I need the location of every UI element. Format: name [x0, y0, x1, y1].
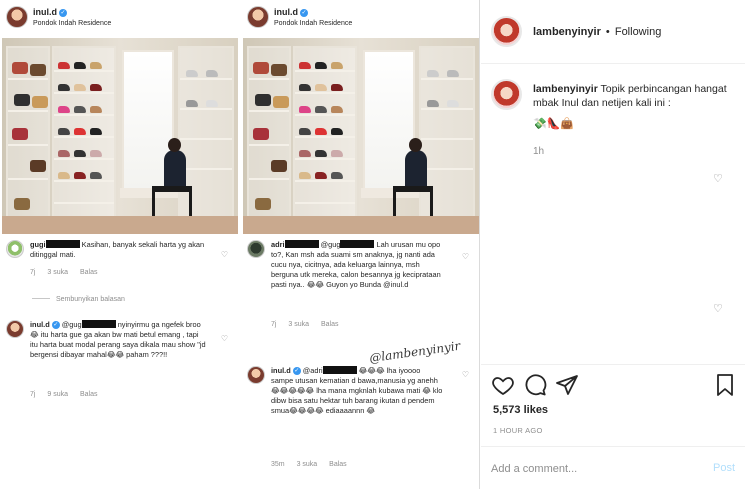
verified-badge-icon: ✓: [51, 321, 60, 329]
comment-time: 7j: [30, 391, 36, 398]
embedded-post-header: inul.d ✓ Pondok Indah Residence: [243, 0, 479, 36]
post-comment-button[interactable]: Post: [713, 462, 735, 474]
redaction-bar: [284, 240, 319, 248]
heart-icon[interactable]: ♡: [713, 302, 723, 315]
reply-link[interactable]: Balas: [321, 321, 339, 328]
bookmark-icon[interactable]: [713, 373, 737, 397]
redaction-bar: [45, 240, 80, 248]
avatar: [6, 6, 28, 28]
comment-mention: @adri: [302, 366, 323, 375]
share-icon[interactable]: [555, 373, 579, 397]
closet-photo: [243, 38, 479, 234]
embedded-username: inul.d: [33, 7, 57, 17]
reply-link[interactable]: Balas: [80, 269, 98, 276]
comment: adri @gug Lah urusan mu opo to?, Kan msh…: [243, 238, 479, 328]
comment-time: 35m: [271, 461, 285, 468]
comment-input[interactable]: [491, 460, 691, 478]
username-link[interactable]: lambenyinyir: [533, 26, 601, 38]
like-count[interactable]: 5,573 likes: [493, 404, 548, 416]
avatar: [247, 366, 265, 384]
post-media: inul.d ✓ Pondok Indah Residence gugi Kas…: [0, 0, 480, 489]
embedded-location: Pondok Indah Residence: [33, 20, 112, 27]
embedded-username: inul.d: [274, 7, 298, 17]
post-timestamp: 1 HOUR AGO: [493, 426, 543, 435]
comment: gugi Kasihan, banyak sekali harta yg aka…: [2, 238, 238, 288]
comment-likes[interactable]: 3 suka: [47, 269, 68, 276]
watermark: @lambenyinyir: [368, 338, 462, 366]
caption-time: 1h: [533, 146, 545, 157]
verified-badge-icon: ✓: [300, 9, 308, 17]
reply-link[interactable]: Balas: [80, 391, 98, 398]
embedded-post-right: inul.d ✓ Pondok Indah Residence adri @gu…: [243, 0, 479, 489]
like-heart-icon[interactable]: [491, 373, 515, 397]
avatar[interactable]: [491, 79, 522, 110]
caption-emojis: 💸👠👜: [533, 118, 575, 130]
avatar: [247, 240, 265, 258]
comment-reply: inul.d ✓ @gug nyinyirmu ga ngefek broo😂 i…: [2, 318, 238, 408]
comment-username: inul.d: [30, 320, 50, 329]
avatar: [6, 240, 24, 258]
comment-mention: @gug: [320, 240, 341, 249]
post-header: lambenyinyir • Following: [481, 0, 745, 64]
heart-icon[interactable]: ♡: [221, 250, 228, 260]
heart-icon[interactable]: ♡: [713, 172, 723, 185]
comment-likes[interactable]: 3 suka: [297, 461, 318, 468]
heart-icon[interactable]: ♡: [462, 252, 469, 262]
comment-mention: @gug: [61, 320, 82, 329]
embedded-post-header: inul.d ✓ Pondok Indah Residence: [2, 0, 238, 36]
comment-form: Post: [481, 446, 745, 489]
redaction-bar: [322, 366, 357, 374]
post-caption: lambenyinyir Topik perbincangan hangat m…: [533, 82, 733, 110]
avatar: [6, 320, 24, 338]
comment-time: 7j: [30, 269, 36, 276]
redaction-bar: [81, 320, 116, 328]
comment-reply: inul.d ✓ @adri 😂😂😂 lha iyoooo sampe utusa…: [243, 364, 479, 474]
action-bar: [481, 364, 745, 404]
comment-likes[interactable]: 9 suka: [47, 391, 68, 398]
following-button[interactable]: Following: [615, 26, 661, 38]
redaction-bar: [340, 240, 375, 248]
comment-username: inul.d: [271, 366, 291, 375]
post-sidebar: lambenyinyir • Following lambenyinyir To…: [481, 0, 745, 489]
avatar[interactable]: [491, 16, 522, 47]
reply-link[interactable]: Balas: [329, 461, 347, 468]
separator-dot: •: [605, 26, 610, 38]
comment-username: adri: [271, 240, 285, 249]
comment-time: 7j: [271, 321, 277, 328]
caption-username[interactable]: lambenyinyir: [533, 83, 598, 95]
comment-likes[interactable]: 3 suka: [288, 321, 309, 328]
verified-badge-icon: ✓: [59, 9, 67, 17]
closet-photo: [2, 38, 238, 234]
heart-icon[interactable]: ♡: [221, 334, 228, 344]
embedded-post-left: inul.d ✓ Pondok Indah Residence gugi Kas…: [2, 0, 238, 489]
comment-bubble-icon[interactable]: [523, 373, 547, 397]
embedded-location: Pondok Indah Residence: [274, 20, 353, 27]
comment-username: gugi: [30, 240, 46, 249]
avatar: [247, 6, 269, 28]
heart-icon[interactable]: ♡: [462, 370, 469, 380]
hide-replies-link[interactable]: Sembunyikan balasan: [32, 296, 125, 303]
verified-badge-icon: ✓: [292, 367, 301, 375]
